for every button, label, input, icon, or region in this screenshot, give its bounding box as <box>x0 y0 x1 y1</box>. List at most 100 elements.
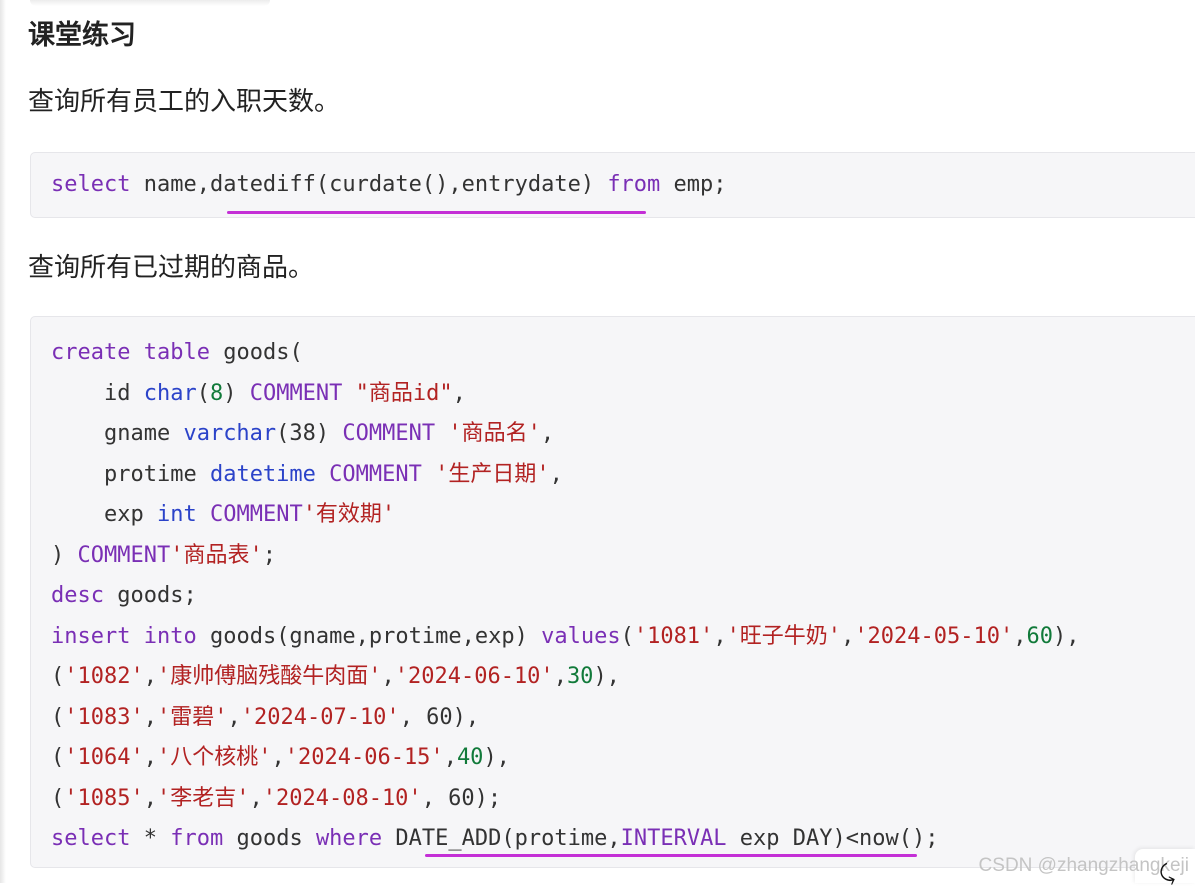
code-token: ( <box>51 785 65 811</box>
code-token: int <box>156 502 197 527</box>
code-token: 8 <box>209 380 224 406</box>
code-token: goods(gname,protime,exp) <box>196 623 542 649</box>
code-line: select * from goods where DATE_ADD(proti… <box>51 821 938 857</box>
code-token: , <box>143 785 157 811</box>
code-token: '有效期' <box>302 502 396 527</box>
code-token: '2024-05-10' <box>854 623 1014 649</box>
code-token: name,datediff(curdate(),entrydate) <box>130 172 608 197</box>
code-token: '雷碧' <box>156 704 228 730</box>
code-token: table <box>143 340 210 365</box>
code-token: ( <box>51 664 65 689</box>
code-token: ) <box>51 542 78 568</box>
code-token: , <box>271 745 285 770</box>
code-token: ), <box>593 664 620 689</box>
code-token: '八个核桃' <box>156 745 272 770</box>
code-line: ('1085','李老吉','2024-08-10', 60); <box>51 781 501 817</box>
code-token: ) <box>223 380 250 406</box>
code-token: , <box>452 380 466 406</box>
code-token: values <box>541 623 621 649</box>
code-token: exp <box>51 502 157 527</box>
code-line: select name,datediff(curdate(),entrydate… <box>51 167 727 203</box>
code-token: 60 <box>1026 623 1054 649</box>
code-token: , <box>443 745 457 770</box>
code-token: exp DAY)<now(); <box>726 826 939 851</box>
code-token: char <box>143 380 197 406</box>
code-token: emp; <box>660 172 727 197</box>
code-line: gname varchar(38) COMMENT '商品名', <box>51 416 554 452</box>
code-token: , <box>549 461 563 487</box>
code-token: , <box>1013 623 1027 649</box>
code-block-goods[interactable]: create table goods( id char (8) COMMENT "… <box>30 316 1195 868</box>
code-token: * <box>130 826 171 851</box>
code-token: id <box>51 380 144 406</box>
code-token: '1082' <box>64 664 144 689</box>
code-line: protime datetime COMMENT '生产日期', <box>51 457 563 493</box>
code-token: COMMENT <box>209 502 303 527</box>
highlight-underline-datediff <box>227 211 646 214</box>
code-token: '商品名' <box>448 421 541 446</box>
code-token: , 60), <box>399 704 480 730</box>
code-token: , <box>553 664 567 689</box>
code-token: '1083' <box>64 704 144 730</box>
code-token: '生产日期' <box>435 461 550 487</box>
code-token: goods( <box>209 340 303 365</box>
code-token: DATE_ADD(protime, <box>382 826 621 851</box>
exercise-prompt-2: 查询所有已过期的商品。 <box>28 253 315 283</box>
exercise-prompt-1: 查询所有员工的入职天数。 <box>28 87 341 117</box>
code-line: ('1064','八个核桃','2024-06-15',40), <box>51 740 510 776</box>
code-token: COMMENT <box>249 380 343 406</box>
code-token: ( <box>620 623 634 649</box>
code-token: , <box>143 704 157 730</box>
code-token: goods <box>223 826 316 851</box>
code-token: , 60); <box>421 785 502 811</box>
code-token: ( <box>51 745 65 770</box>
code-token: '康帅傅脑残酸牛肉面' <box>156 664 382 689</box>
code-token: , <box>381 664 395 689</box>
code-token: (38) <box>276 421 343 446</box>
code-token: , <box>143 664 157 689</box>
code-token: 30 <box>566 664 594 689</box>
code-token: gname <box>51 421 184 446</box>
code-token: select <box>51 172 131 197</box>
code-block-datediff[interactable]: select name,datediff(curdate(),entrydate… <box>30 152 1195 218</box>
section-heading: 课堂练习 <box>28 20 136 51</box>
highlight-underline-date-add <box>425 854 917 857</box>
code-line: ('1083','雷碧','2024-07-10', 60), <box>51 700 479 736</box>
code-line: create table goods( <box>51 335 303 371</box>
code-token: COMMENT <box>329 461 422 487</box>
code-token: where <box>315 826 383 851</box>
code-token: from <box>607 172 661 197</box>
code-token: 40 <box>456 745 484 770</box>
code-token: '2024-08-10' <box>262 785 422 811</box>
top-tab-shadow <box>30 0 270 6</box>
code-line: insert into goods(gname,protime,exp) val… <box>51 619 1080 655</box>
code-token: into <box>143 623 197 649</box>
code-token: , <box>841 623 855 649</box>
code-token: desc <box>51 583 104 608</box>
code-token: datetime <box>209 461 316 487</box>
code-token: '1085' <box>64 785 144 811</box>
code-token: '1064' <box>64 745 144 770</box>
code-token: , <box>713 623 727 649</box>
code-token: protime <box>51 461 210 487</box>
code-token: "商品id" <box>355 380 453 406</box>
code-token: COMMENT <box>77 542 171 568</box>
code-token: '旺子牛奶' <box>726 623 842 649</box>
code-token: '李老吉' <box>156 785 250 811</box>
code-line: ) COMMENT'商品表'; <box>51 538 276 574</box>
code-token: '2024-06-15' <box>284 745 444 770</box>
code-token: , <box>540 421 555 446</box>
code-token: select <box>51 826 131 851</box>
code-token: , <box>143 745 157 770</box>
code-token: from <box>170 826 224 851</box>
code-token: ), <box>1053 623 1080 649</box>
code-token: COMMENT <box>342 421 436 446</box>
code-line: ('1082','康帅傅脑残酸牛肉面','2024-06-10',30), <box>51 659 620 695</box>
code-token: varchar <box>183 421 277 446</box>
